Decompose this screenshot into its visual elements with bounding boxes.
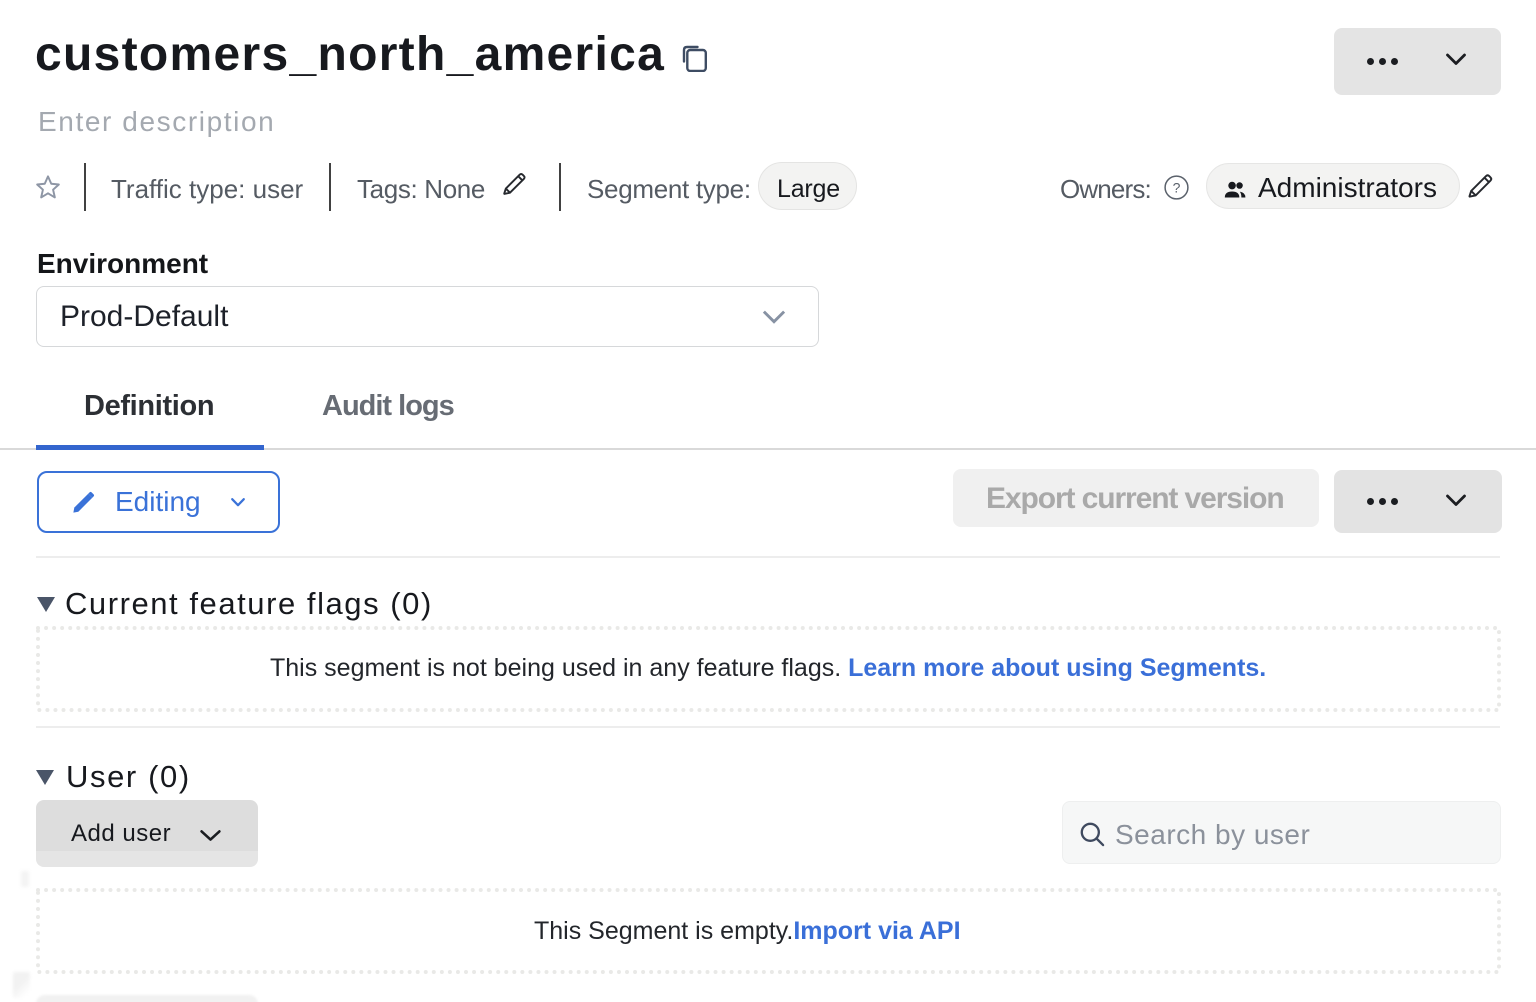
svg-text:?: ? bbox=[1173, 179, 1181, 195]
